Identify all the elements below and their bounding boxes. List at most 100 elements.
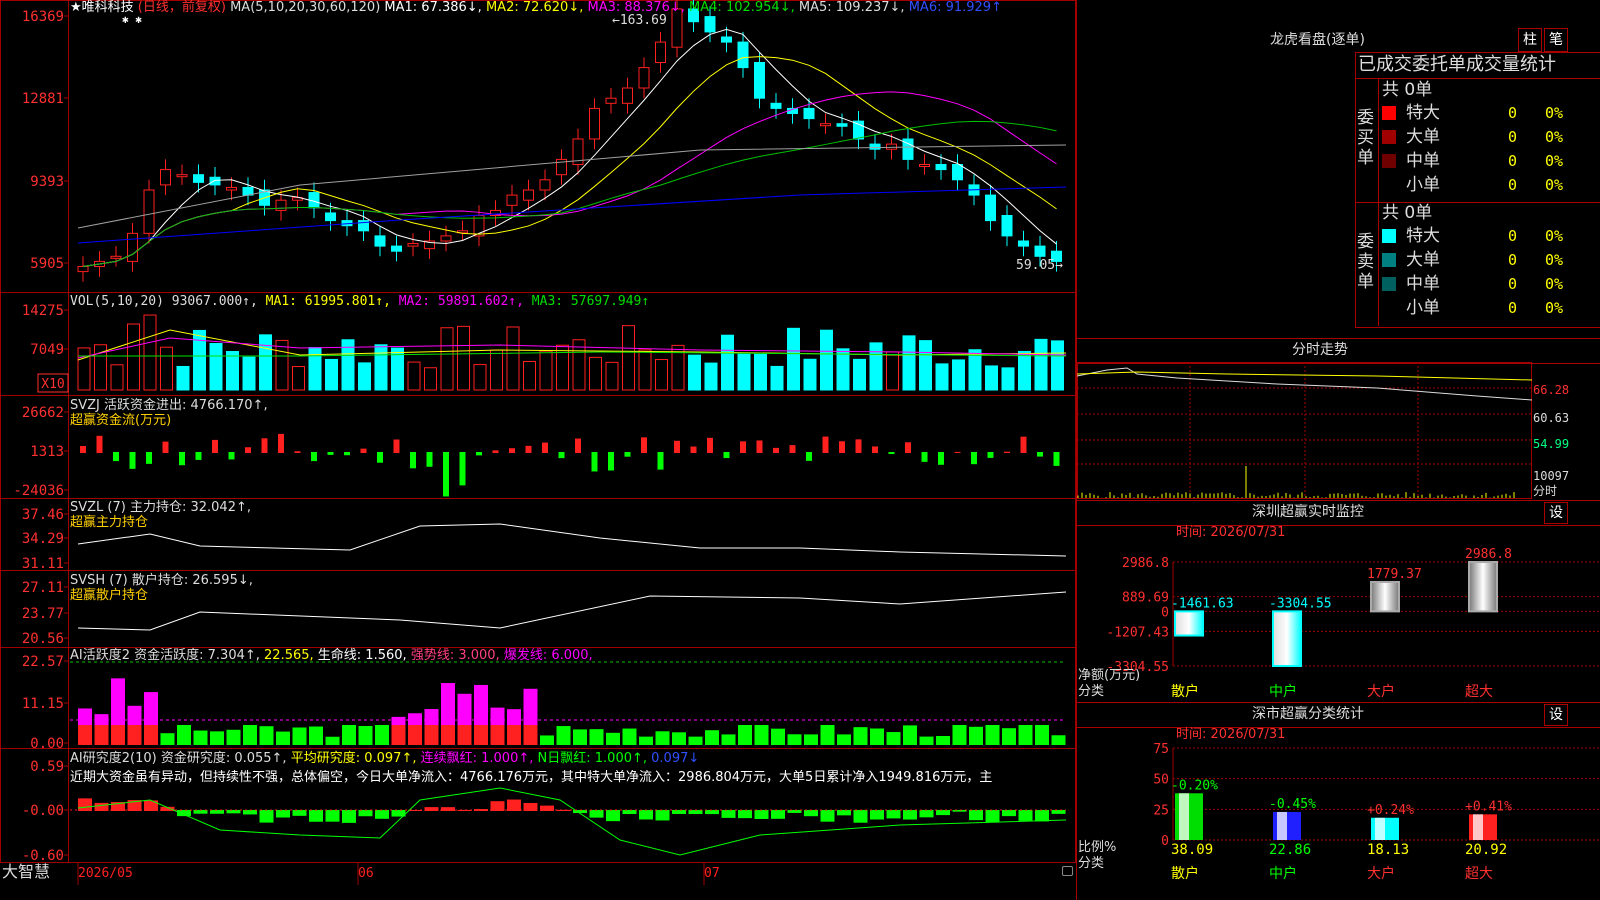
intraday-title[interactable]: 分时走势 bbox=[1292, 342, 1348, 358]
candle bbox=[77, 266, 89, 273]
research-bar bbox=[738, 810, 752, 819]
order-size-label: 中单 bbox=[1406, 151, 1440, 171]
research-bar bbox=[325, 810, 340, 822]
money-flow-bar bbox=[146, 452, 152, 464]
activity-bar bbox=[853, 727, 868, 745]
research-bar bbox=[870, 810, 884, 820]
activity-bar bbox=[1002, 728, 1016, 745]
candle bbox=[820, 123, 831, 127]
activity-bar bbox=[144, 725, 158, 745]
activity-bar bbox=[1035, 725, 1049, 745]
money-flow-bar bbox=[80, 446, 86, 453]
order-count: 0 bbox=[1508, 275, 1518, 293]
research-bar bbox=[292, 810, 307, 816]
ma5-value: MA5: 109.237↓, bbox=[798, 0, 905, 15]
y-tick-label: 34.29 bbox=[22, 531, 64, 547]
research-bar bbox=[259, 810, 274, 823]
sz-stats-settings-button[interactable]: 设 bbox=[1544, 704, 1568, 726]
activity-bar bbox=[754, 725, 769, 745]
research-bar bbox=[441, 807, 455, 811]
pen-mode-button[interactable]: 笔 bbox=[1544, 28, 1568, 52]
activity-bar bbox=[820, 725, 835, 745]
ratio-bar-shine bbox=[1473, 814, 1483, 840]
order-percent: 0% bbox=[1545, 275, 1564, 293]
research-bar bbox=[969, 810, 983, 821]
research-bar bbox=[787, 810, 802, 813]
money-flow-bar bbox=[113, 452, 119, 462]
candle bbox=[605, 97, 617, 104]
money-flow-bar bbox=[278, 433, 284, 453]
volume-bar bbox=[803, 358, 817, 391]
activity-bar bbox=[1051, 735, 1066, 745]
ma-line bbox=[77, 144, 1067, 229]
money-flow-bar bbox=[1020, 436, 1027, 453]
sz-stats-chart[interactable]: 75 50 25 0 -0.20% 38.09 散户 -0.45% 22.86 中户 +0.24% 1… bbox=[1077, 740, 1600, 900]
activity-bar bbox=[490, 707, 505, 725]
activity-bar bbox=[705, 730, 719, 745]
y-tick-label: 0.59 bbox=[30, 759, 64, 775]
volume-bar bbox=[968, 349, 982, 391]
intraday-chart[interactable] bbox=[1077, 362, 1600, 500]
order-color-swatch bbox=[1382, 229, 1396, 243]
activity-bar bbox=[672, 732, 686, 745]
candle bbox=[836, 123, 848, 127]
volume-bar bbox=[242, 356, 256, 391]
ma6-value: MA6: 91.929↑ bbox=[908, 0, 1002, 15]
net-flow-bar bbox=[1468, 561, 1498, 613]
candle bbox=[737, 41, 749, 69]
volume-bar bbox=[226, 351, 239, 391]
activity-bar bbox=[490, 725, 505, 745]
volume-bar bbox=[1051, 340, 1064, 391]
sz-monitor-chart[interactable]: 2986.8889.690-1207.43-3304.55-1461.63散户-… bbox=[1077, 540, 1600, 700]
research-bar bbox=[193, 810, 208, 814]
research-bar bbox=[177, 810, 191, 817]
y-tick-label: 25 bbox=[1153, 803, 1169, 818]
change-label: +0.41% bbox=[1465, 799, 1512, 814]
money-flow-bar bbox=[822, 436, 829, 453]
sz-monitor-settings-button[interactable]: 设 bbox=[1544, 502, 1568, 524]
intraday-label: 分时 bbox=[1533, 484, 1558, 498]
activity-bar bbox=[276, 731, 290, 745]
bar-mode-button[interactable]: 柱 bbox=[1518, 28, 1542, 52]
category-label: 散户 bbox=[1171, 865, 1199, 882]
candle bbox=[209, 176, 221, 186]
candle bbox=[1018, 240, 1029, 247]
activity-bar bbox=[507, 725, 521, 745]
y-tick-label: 0 bbox=[1161, 834, 1169, 849]
sell-side-label: 委卖单 bbox=[1357, 232, 1374, 292]
money-flow-bar bbox=[1037, 452, 1043, 457]
volume-bar bbox=[473, 364, 487, 391]
ai-research-value: AI研究度2(10) 资金研究度: 0.055↑, bbox=[70, 751, 287, 766]
money-flow-bar bbox=[410, 452, 416, 469]
activity-bar bbox=[474, 725, 488, 745]
order-stats-header[interactable]: 已成交委托单成交量统计 bbox=[1358, 54, 1556, 76]
percent-label: 18.13 bbox=[1367, 842, 1409, 858]
money-flow-bar bbox=[377, 452, 383, 463]
bar-value-label: -3304.55 bbox=[1269, 596, 1332, 611]
y-tick-label: 14275 bbox=[22, 303, 64, 319]
activity-bar bbox=[111, 725, 125, 745]
y-tick-label: 27.11 bbox=[22, 580, 64, 596]
activity-bar bbox=[969, 726, 983, 745]
activity-bar bbox=[771, 728, 785, 745]
candle bbox=[919, 164, 930, 167]
research-bar bbox=[210, 810, 224, 814]
activity-bar bbox=[358, 726, 373, 745]
volume-bar bbox=[523, 360, 536, 391]
candle bbox=[1034, 245, 1046, 257]
y-tick-label: 9393 bbox=[30, 174, 64, 190]
money-flow-bar bbox=[1053, 452, 1060, 466]
volume-bar bbox=[721, 334, 734, 391]
ai-active-title: AI活跃度2 资金活跃度: 7.304↑, 22.565, 生命线: 1.560… bbox=[70, 648, 593, 664]
lock-icon[interactable] bbox=[1062, 866, 1073, 876]
research-bar bbox=[622, 810, 637, 815]
money-flow-bar bbox=[245, 447, 251, 453]
candle bbox=[506, 194, 518, 206]
candle bbox=[127, 232, 138, 262]
order-count: 0 bbox=[1508, 251, 1518, 269]
vol-unit-label: X10 bbox=[41, 377, 64, 392]
main-title: ★唯科科技 (日线，前复权) MA(5,10,20,30,60,120) MA1… bbox=[70, 0, 1002, 16]
candle bbox=[440, 235, 452, 242]
volume-bar bbox=[143, 314, 157, 391]
activity-bar bbox=[144, 692, 158, 725]
